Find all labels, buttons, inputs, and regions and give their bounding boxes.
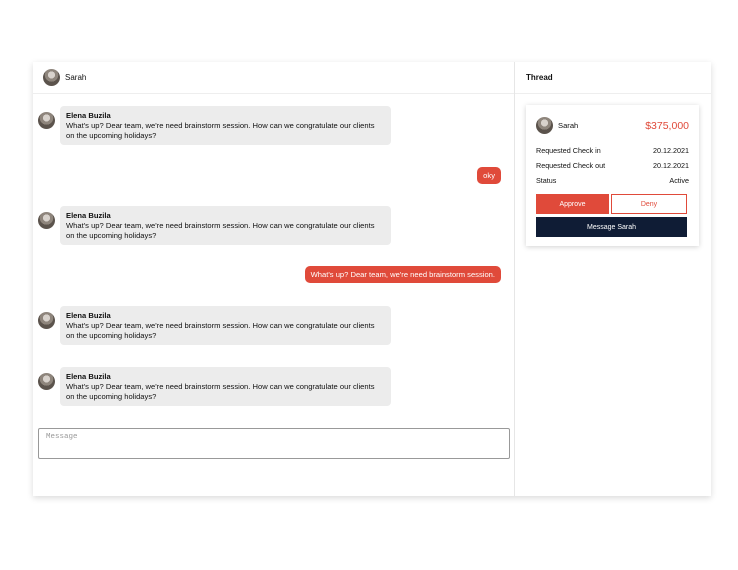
detail-row-check-out: Requested Check out 20.12.2021 <box>536 158 689 173</box>
message-bubble: Elena Buzila What's up? Dear team, we're… <box>60 367 391 406</box>
incoming-message: Elena Buzila What's up? Dear team, we're… <box>38 206 391 245</box>
message-text: What's up? Dear team, we're need brainst… <box>66 382 375 401</box>
message-sender: Elena Buzila <box>66 372 111 381</box>
deny-button[interactable]: Deny <box>611 194 687 214</box>
avatar <box>38 373 55 390</box>
chat-panel: Sarah Elena Buzila What's up? Dear team,… <box>33 62 515 496</box>
guest-name: Sarah <box>558 121 579 130</box>
detail-label: Status <box>536 176 557 185</box>
outgoing-message: oky <box>477 167 501 184</box>
message-sender: Elena Buzila <box>66 211 111 220</box>
incoming-message: Elena Buzila What's up? Dear team, we're… <box>38 106 391 145</box>
detail-value: 20.12.2021 <box>653 146 689 155</box>
approve-button[interactable]: Approve <box>536 194 609 214</box>
messaging-app: Sarah Elena Buzila What's up? Dear team,… <box>33 62 711 496</box>
message-text: What's up? Dear team, we're need brainst… <box>66 121 375 140</box>
status-value: Active <box>669 176 689 185</box>
booking-price: $375,000 <box>645 119 689 132</box>
chat-header: Sarah <box>33 62 514 94</box>
avatar <box>38 312 55 329</box>
detail-label: Requested Check out <box>536 161 606 170</box>
avatar <box>43 69 60 86</box>
detail-row-check-in: Requested Check in 20.12.2021 <box>536 143 689 158</box>
detail-label: Requested Check in <box>536 146 601 155</box>
avatar <box>38 112 55 129</box>
incoming-message: Elena Buzila What's up? Dear team, we're… <box>38 306 391 345</box>
avatar <box>38 212 55 229</box>
avatar <box>536 117 553 134</box>
message-guest-button[interactable]: Message Sarah <box>536 217 687 237</box>
card-header: Sarah $375,000 <box>536 117 689 134</box>
detail-value: 20.12.2021 <box>653 161 689 170</box>
message-bubble: Elena Buzila What's up? Dear team, we're… <box>60 306 391 345</box>
message-bubble: Elena Buzila What's up? Dear team, we're… <box>60 206 391 245</box>
booking-card: Sarah $375,000 Requested Check in 20.12.… <box>526 105 699 246</box>
chat-contact-name: Sarah <box>65 73 87 82</box>
outgoing-message: What's up? Dear team, we're need brainst… <box>304 266 501 283</box>
thread-title: Thread <box>515 62 711 94</box>
message-input[interactable] <box>38 428 510 459</box>
incoming-message: Elena Buzila What's up? Dear team, we're… <box>38 367 391 406</box>
message-text: What's up? Dear team, we're need brainst… <box>66 321 375 340</box>
message-bubble: Elena Buzila What's up? Dear team, we're… <box>60 106 391 145</box>
decision-actions: Approve Deny <box>536 194 689 214</box>
thread-panel: Thread Sarah $375,000 Requested Check in… <box>515 62 711 496</box>
booking-details: Requested Check in 20.12.2021 Requested … <box>536 143 689 188</box>
detail-row-status: Status Active <box>536 173 689 188</box>
message-text: What's up? Dear team, we're need brainst… <box>66 221 375 240</box>
message-sender: Elena Buzila <box>66 111 111 120</box>
message-sender: Elena Buzila <box>66 311 111 320</box>
